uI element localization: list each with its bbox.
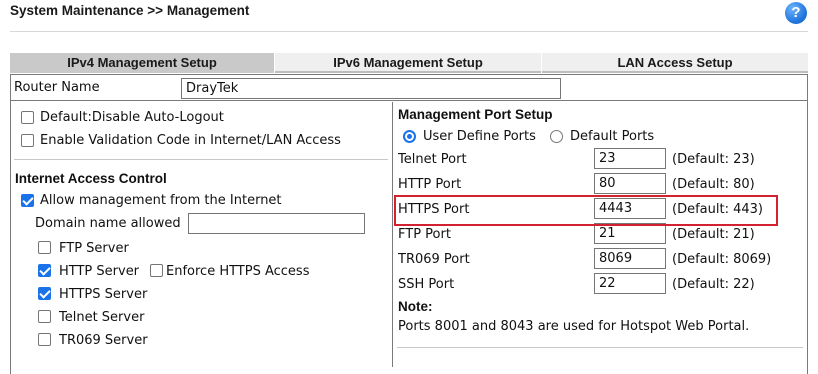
ssh-port-default: (Default: 22) xyxy=(672,277,755,292)
ftp-server-checkbox[interactable] xyxy=(38,241,51,254)
tab-ipv6-management-setup[interactable]: IPv6 Management Setup xyxy=(274,53,541,73)
note-text: Ports 8001 and 8043 are used for Hotspot… xyxy=(398,319,750,334)
ftp-port-label: FTP Port xyxy=(398,227,451,242)
telnet-server-checkbox[interactable] xyxy=(38,310,51,323)
enforce-https-label: Enforce HTTPS Access xyxy=(166,264,310,279)
enable-validation-code-label: Enable Validation Code in Internet/LAN A… xyxy=(40,133,341,148)
header-divider xyxy=(10,31,808,32)
tr069-server-checkbox[interactable] xyxy=(38,333,51,346)
ftp-server-label: FTP Server xyxy=(59,241,129,256)
ssh-port-input[interactable]: 22 xyxy=(594,273,666,294)
http-server-checkbox[interactable] xyxy=(38,264,51,277)
internet-access-heading: Internet Access Control xyxy=(15,171,167,186)
tr069-server-label: TR069 Server xyxy=(59,333,148,348)
domain-allowed-label: Domain name allowed xyxy=(35,216,181,231)
enforce-https-checkbox[interactable] xyxy=(150,264,163,277)
https-port-highlight-box xyxy=(394,195,778,226)
ftp-port-input[interactable]: 21 xyxy=(594,223,666,244)
http-server-label: HTTP Server xyxy=(59,264,140,279)
allow-internet-management-label: Allow management from the Internet xyxy=(40,193,282,208)
management-port-heading: Management Port Setup xyxy=(398,107,553,122)
telnet-server-label: Telnet Server xyxy=(59,310,145,325)
disable-auto-logout-label: Default:Disable Auto-Logout xyxy=(40,110,224,125)
http-port-default: (Default: 80) xyxy=(672,177,755,192)
left-section-divider xyxy=(14,159,388,160)
column-divider xyxy=(392,102,393,367)
default-ports-radio[interactable] xyxy=(550,130,563,143)
tr069-port-label: TR069 Port xyxy=(398,252,470,267)
default-ports-label: Default Ports xyxy=(570,129,655,144)
enable-validation-code-checkbox[interactable] xyxy=(21,134,34,147)
allow-internet-management-checkbox[interactable] xyxy=(21,194,34,207)
right-section-divider xyxy=(397,347,803,348)
tr069-port-default: (Default: 8069) xyxy=(672,252,772,267)
ftp-port-default: (Default: 21) xyxy=(672,227,755,242)
telnet-port-default: (Default: 23) xyxy=(672,152,755,167)
domain-allowed-input[interactable] xyxy=(188,213,365,234)
user-define-ports-radio[interactable] xyxy=(403,130,416,143)
router-name-label: Router Name xyxy=(14,80,100,95)
tab-ipv4-management-setup[interactable]: IPv4 Management Setup xyxy=(10,53,274,73)
tr069-port-input[interactable]: 8069 xyxy=(594,248,666,269)
note-heading: Note: xyxy=(398,299,433,314)
help-icon[interactable]: ? xyxy=(785,2,807,24)
https-server-label: HTTPS Server xyxy=(59,287,148,302)
router-name-row-divider xyxy=(11,100,807,101)
router-name-input[interactable]: DrayTek xyxy=(181,78,561,99)
https-server-checkbox[interactable] xyxy=(38,287,51,300)
page-title: System Maintenance >> Management xyxy=(10,3,250,18)
disable-auto-logout-checkbox[interactable] xyxy=(21,111,34,124)
http-port-label: HTTP Port xyxy=(398,177,462,192)
telnet-port-input[interactable]: 23 xyxy=(594,148,666,169)
telnet-port-label: Telnet Port xyxy=(398,152,467,167)
tab-lan-access-setup[interactable]: LAN Access Setup xyxy=(541,53,808,73)
ssh-port-label: SSH Port xyxy=(398,277,455,292)
user-define-ports-label: User Define Ports xyxy=(423,129,536,144)
http-port-input[interactable]: 80 xyxy=(594,173,666,194)
